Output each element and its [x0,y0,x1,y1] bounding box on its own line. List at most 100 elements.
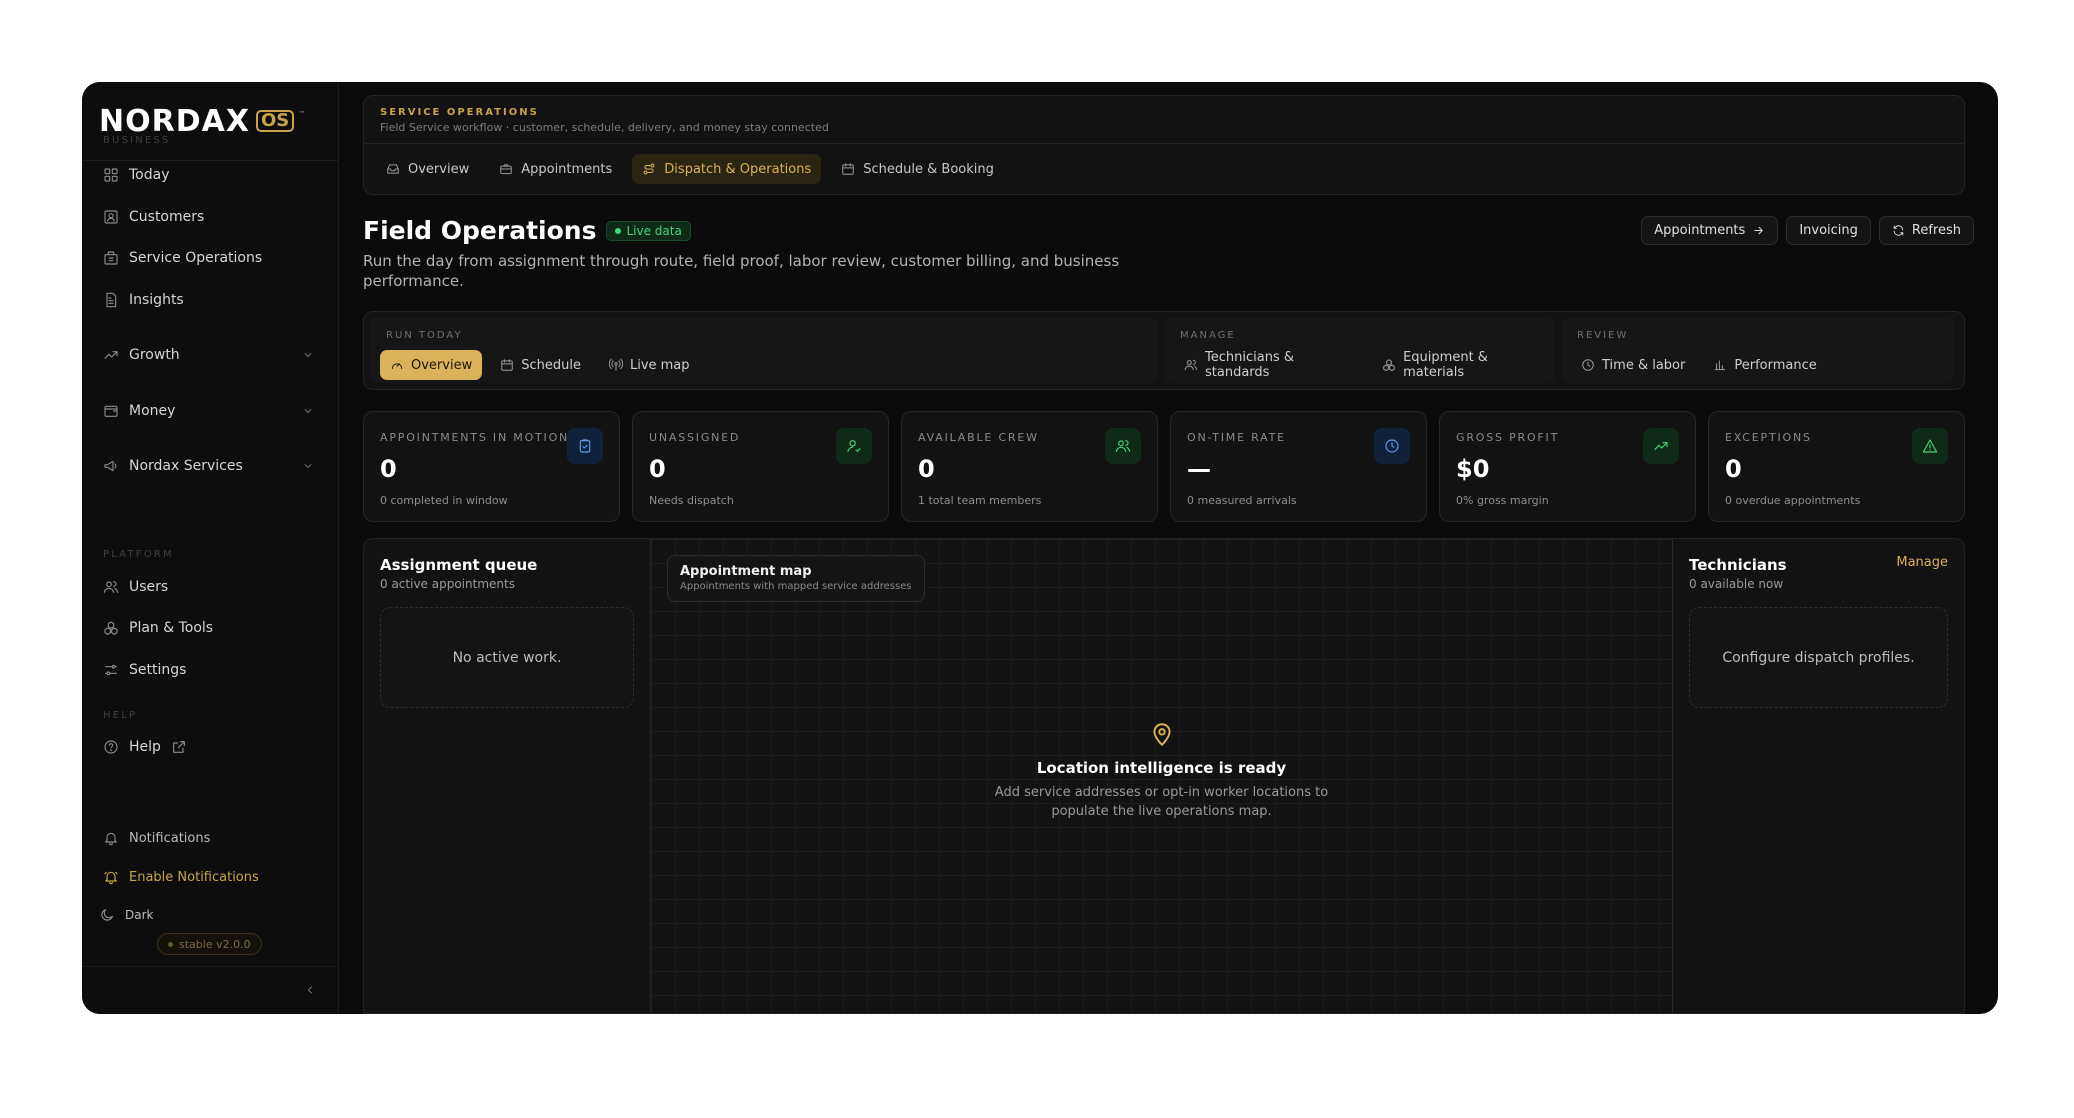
sidebar-item-users[interactable]: Users [103,576,314,598]
operations-board: Assignment queue 0 active appointments N… [363,538,1965,1014]
workflow-tabs: Overview Appointments Dispatch & Operati… [376,154,1004,184]
sidebar-item-label: Insights [129,292,184,308]
clock-icon [1385,439,1399,453]
kpi-card-exceptions[interactable]: EXCEPTIONS 0 0 overdue appointments [1708,411,1965,522]
subnav-manage: MANAGE Technicians & standards Equipment… [1164,318,1555,383]
sidebar-item-help[interactable]: Help [103,736,314,758]
bell-ring-icon [104,871,118,885]
kpi-subtext: Needs dispatch [649,494,734,507]
page-description: Run the day from assignment through rout… [363,252,1120,290]
banner-kicker: SERVICE OPERATIONS [380,107,539,118]
subnav-item-overview[interactable]: Overview [380,350,483,380]
kpi-card-gross-profit[interactable]: GROSS PROFIT $0 0% gross margin [1439,411,1696,522]
theme-toggle[interactable]: Dark [99,904,314,926]
appointments-button-label: Appointments [1654,223,1746,238]
subnav-item-equipment-materials[interactable]: Equipment & materials [1372,350,1555,380]
sidebar-item-label: Help [129,739,161,755]
header-actions: Appointments Invoicing Refresh [1641,216,1974,245]
kpi-subtext: 0 measured arrivals [1187,494,1297,507]
subnav-item-live-map[interactable]: Live map [599,350,700,380]
kpi-icon-badge [1105,428,1141,464]
tab-schedule-booking[interactable]: Schedule & Booking [831,154,1004,184]
sidebar-group-label: Nordax Services [129,458,243,474]
subnav-item-label: Time & labor [1602,357,1686,373]
kpi-card-appointments-in-motion[interactable]: APPOINTMENTS IN MOTION 0 0 completed in … [363,411,620,522]
banner-divider [364,143,1964,144]
sidebar-item-label: Settings [129,662,187,678]
main-content: SERVICE OPERATIONS Field Service workflo… [339,82,1998,1014]
subnav-item-schedule[interactable]: Schedule [490,350,591,380]
appointment-map[interactable]: Appointment map Appointments with mapped… [651,539,1672,1013]
live-badge-label: Live data [626,223,682,238]
sidebar-group-label: Money [129,403,176,419]
tab-appointments[interactable]: Appointments [489,154,622,184]
sidebar-footer [82,966,338,1014]
trend-up-icon [1654,442,1668,450]
subnav-label: REVIEW [1577,330,1629,341]
subnav-item-time-labor[interactable]: Time & labor [1571,350,1695,380]
enable-notifications-label: Enable Notifications [129,869,259,885]
version-label: stable v2.0.0 [179,937,251,951]
sidebar-item-customers[interactable]: Customers [103,206,314,228]
kpi-value: 0 [649,455,666,483]
nav-section-help: HELP [103,710,138,721]
tab-dispatch-operations[interactable]: Dispatch & Operations [632,154,822,184]
brand-logo[interactable]: NORDAX OS ™ [82,82,338,161]
subnav-label: RUN TODAY [386,330,463,341]
kpi-value: 0 [380,455,397,483]
chevron-down-icon [304,464,312,468]
map-chip-subtitle: Appointments with mapped service address… [680,581,912,592]
subnav-item-label: Technicians & standards [1205,350,1294,380]
kpi-card-on-time-rate[interactable]: ON-TIME RATE — 0 measured arrivals [1170,411,1427,522]
sidebar-item-settings[interactable]: Settings [103,659,314,681]
sidebar-group-money[interactable]: Money [103,400,314,422]
subnav-item-technicians-standards[interactable]: Technicians & standards [1174,350,1364,380]
sidebar-item-label: Today [129,167,170,183]
kpi-card-available-crew[interactable]: AVAILABLE CREW 0 1 total team members [901,411,1158,522]
kpi-label: AVAILABLE CREW [918,431,1039,444]
refresh-icon [1893,225,1904,236]
sidebar-item-label: Service Operations [129,250,263,266]
chevron-left-icon[interactable] [304,984,316,996]
queue-title: Assignment queue [380,556,538,574]
trend-icon [104,351,118,359]
kpi-label: UNASSIGNED [649,431,741,444]
map-info-chip: Appointment map Appointments with mapped… [667,555,925,602]
kpi-label: ON-TIME RATE [1187,431,1286,444]
grid-icon [104,168,118,182]
sidebar-item-plan-tools[interactable]: Plan & Tools [103,617,314,639]
subnav-item-performance[interactable]: Performance [1703,350,1826,380]
queue-subtitle: 0 active appointments [380,577,515,591]
refresh-button[interactable]: Refresh [1878,216,1974,245]
kpi-subtext: 1 total team members [918,494,1042,507]
technicians-panel: Technicians 0 available now Manage Confi… [1672,539,1964,1013]
sidebar-group-nordax-services[interactable]: Nordax Services [103,455,314,477]
technicians-subtitle: 0 available now [1689,577,1784,591]
invoicing-button[interactable]: Invoicing [1786,216,1871,245]
subnav-run-today: RUN TODAY Overview Schedule Live map [370,318,1158,383]
notifications-button[interactable]: Notifications [103,827,314,849]
live-data-badge: Live data [606,220,691,241]
user-check-icon [847,440,861,452]
calendar-icon [842,163,855,175]
kpi-value: $0 [1456,455,1490,483]
tab-overview[interactable]: Overview [376,154,479,184]
appointments-button[interactable]: Appointments [1641,216,1779,245]
version-dot [168,941,173,947]
wallet-icon [104,405,118,417]
operations-subnav: RUN TODAY Overview Schedule Live map MAN… [363,311,1965,390]
kpi-card-unassigned[interactable]: UNASSIGNED 0 Needs dispatch [632,411,889,522]
tab-label: Dispatch & Operations [664,161,812,177]
sidebar-item-insights[interactable]: Insights [103,289,314,311]
tab-label: Overview [408,161,470,177]
contact-icon [104,210,118,224]
sidebar-item-today[interactable]: Today [103,164,314,186]
enable-notifications-button[interactable]: Enable Notifications [103,866,314,888]
chevron-down-icon [304,353,312,357]
sidebar-group-growth[interactable]: Growth [103,344,314,366]
building-icon [104,251,118,265]
subnav-items: Overview Schedule Live map [380,350,700,380]
boxes-icon [1383,359,1395,372]
sidebar-item-service-operations[interactable]: Service Operations [103,247,314,269]
manage-technicians-link[interactable]: Manage [1896,555,1948,570]
